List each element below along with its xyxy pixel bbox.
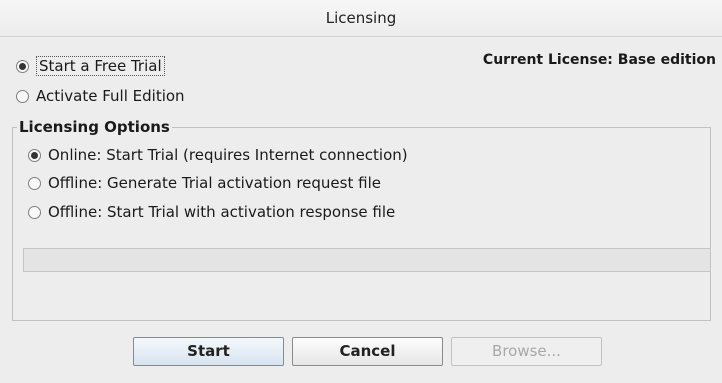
radio-icon[interactable] [16,89,29,103]
radio-start-free-trial[interactable]: Start a Free Trial [16,55,165,77]
radio-online-start-trial[interactable]: Online: Start Trial (requires Internet c… [28,144,408,166]
radio-offline-generate-request[interactable]: Offline: Generate Trial activation reque… [28,172,381,194]
radio-icon[interactable] [28,176,41,190]
radio-icon[interactable] [28,205,41,219]
current-license-label: Current License: Base edition [482,52,716,68]
radio-label-start-free-trial: Start a Free Trial [36,56,165,76]
start-button[interactable]: Start [133,337,284,366]
radio-label-offline-start-with-response: Offline: Start Trial with activation res… [48,203,396,221]
window-title: Licensing [0,0,722,37]
radio-label-offline-generate-request: Offline: Generate Trial activation reque… [48,174,381,192]
radio-offline-start-with-response[interactable]: Offline: Start Trial with activation res… [28,201,395,223]
progress-bar [23,248,711,272]
browse-button: Browse... [451,337,602,366]
radio-activate-full-edition[interactable]: Activate Full Edition [16,85,185,107]
radio-icon-selected[interactable] [16,59,29,73]
cancel-button[interactable]: Cancel [292,337,443,366]
radio-icon-selected[interactable] [28,148,41,162]
licensing-options-legend: Licensing Options [19,118,170,136]
radio-label-online-start-trial: Online: Start Trial (requires Internet c… [48,146,408,164]
radio-label-activate-full-edition: Activate Full Edition [36,87,185,105]
